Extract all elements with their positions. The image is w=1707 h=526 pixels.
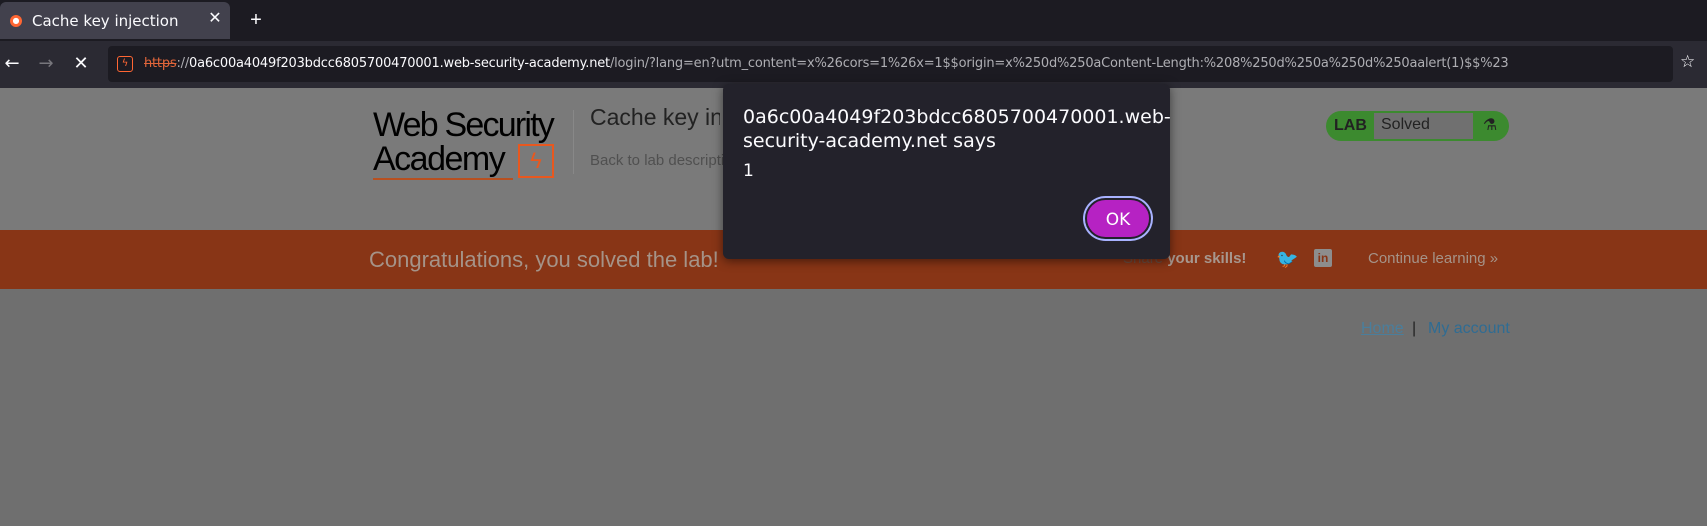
url-host: 0a6c00a4049f203bdcc6805700470001.web-sec… (189, 56, 610, 71)
stop-icon[interactable]: ✕ (70, 53, 92, 75)
tab-title: Cache key injection (32, 12, 179, 30)
nav-separator: | (1412, 320, 1417, 337)
tab-strip: ● Cache key injection ✕ + (0, 0, 1707, 41)
close-icon[interactable]: ✕ (206, 10, 224, 28)
lab-status-widget: LAB Solved ⚗ (1326, 111, 1509, 141)
lab-title: Cache key injection (590, 104, 720, 130)
share-bold: your skills! (1167, 250, 1247, 267)
address-bar[interactable]: ϟ https://0a6c00a4049f203bdcc68057004700… (108, 46, 1673, 82)
back-to-lab-description-link[interactable]: Back to lab description (590, 152, 725, 169)
alert-dialog: 0a6c00a4049f203bdcc6805700470001.web-sec… (723, 84, 1171, 259)
site-identity-icon[interactable]: ϟ (117, 56, 133, 72)
linkedin-icon[interactable]: in (1314, 249, 1332, 267)
web-security-academy-logo[interactable]: Web Security Academy ϟ (373, 106, 573, 182)
url-scheme-separator: :// (176, 56, 190, 71)
ok-button[interactable]: OK (1085, 198, 1151, 239)
bookmark-star-icon[interactable]: ☆ (1680, 52, 1695, 72)
nav-toolbar: ← → ✕ ϟ https://0a6c00a4049f203bdcc68057… (0, 41, 1707, 88)
logo-line2: Academy (373, 140, 506, 178)
url-scheme: https (144, 56, 177, 71)
logo-underline (373, 178, 513, 180)
flask-icon: ⚗ (1478, 114, 1502, 138)
url-text[interactable]: https://0a6c00a4049f203bdcc6805700470001… (144, 56, 1509, 71)
lab-status-box: Solved (1374, 113, 1473, 139)
url-path: /login/?lang=en?utm_content=x%26cors=1%2… (609, 56, 1509, 71)
lab-label: LAB (1334, 117, 1367, 134)
continue-learning-link[interactable]: Continue learning » (1368, 250, 1498, 267)
double-chevron-right-icon: » (1489, 250, 1499, 267)
congratulations-message: Congratulations, you solved the lab! (369, 247, 719, 272)
new-tab-icon[interactable]: + (244, 8, 268, 32)
my-account-link[interactable]: My account (1428, 320, 1510, 338)
back-arrow-icon[interactable]: ← (1, 53, 23, 75)
forward-arrow-icon[interactable]: → (35, 53, 57, 75)
burp-favicon-icon: ● (10, 15, 22, 27)
tab-cache-key-injection[interactable]: ● Cache key injection ✕ (0, 2, 230, 39)
lightning-logo-icon: ϟ (518, 144, 554, 178)
dialog-message: 1 (743, 161, 754, 181)
continue-learning-label: Continue learning (1368, 250, 1486, 267)
dialog-title: 0a6c00a4049f203bdcc6805700470001.web-sec… (743, 106, 1171, 152)
twitter-icon[interactable]: 🐦 (1276, 248, 1298, 270)
lab-status-text: Solved (1381, 116, 1430, 133)
home-link[interactable]: Home (1361, 320, 1404, 338)
header-divider (573, 110, 574, 174)
